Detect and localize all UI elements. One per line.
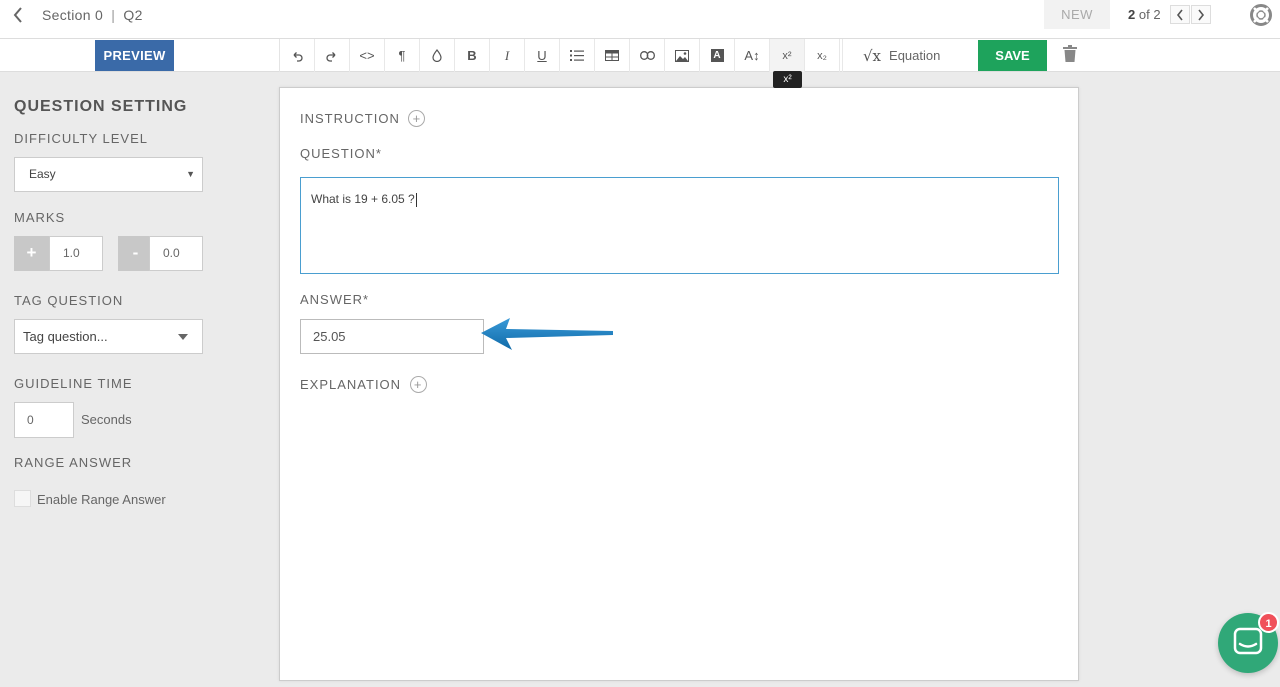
tag-question-label: TAG QUESTION — [14, 293, 124, 308]
paragraph-icon[interactable]: ¶ — [385, 39, 420, 72]
positive-marks-input[interactable]: 1.0 — [49, 236, 103, 271]
explanation-label: EXPLANATION + — [300, 376, 427, 394]
trash-icon[interactable] — [1063, 45, 1083, 65]
image-icon[interactable] — [665, 39, 700, 72]
instruction-label: INSTRUCTION + — [300, 110, 426, 128]
next-question-button[interactable] — [1191, 5, 1211, 24]
add-explanation-icon[interactable]: + — [409, 376, 427, 394]
section-name: Section 0 — [42, 7, 104, 23]
question-settings-sidebar: QUESTION SETTING DIFFICULTY LEVEL Easy ▼… — [14, 98, 214, 507]
difficulty-select[interactable]: Easy ▼ — [14, 157, 203, 192]
dropdown-triangle-icon — [178, 334, 188, 340]
enable-range-checkbox[interactable] — [14, 490, 31, 507]
code-view-icon[interactable]: <> — [350, 39, 385, 72]
tag-question-select[interactable]: Tag question... — [14, 319, 203, 354]
bold-icon[interactable]: B — [455, 39, 490, 72]
prev-question-button[interactable] — [1170, 5, 1190, 24]
back-arrow-icon[interactable] — [12, 5, 32, 25]
pager-total: of 2 — [1138, 7, 1161, 22]
preview-button[interactable]: PREVIEW — [95, 40, 174, 71]
enable-range-label: Enable Range Answer — [37, 492, 166, 507]
superscript-icon[interactable]: x² — [770, 39, 805, 72]
pager-current: 2 — [1128, 7, 1136, 22]
square-root-icon: √x — [863, 46, 882, 65]
list-icon[interactable] — [560, 39, 595, 72]
answer-input[interactable]: 25.05 — [300, 319, 484, 354]
explanation-text: EXPLANATION — [300, 377, 402, 392]
redo-icon[interactable] — [315, 39, 350, 72]
question-label: QUESTION* — [300, 146, 382, 161]
guideline-time-label: GUIDELINE TIME — [14, 376, 133, 391]
breadcrumb: Section 0 | Q2 — [42, 7, 143, 23]
save-button[interactable]: SAVE — [978, 40, 1047, 71]
instruction-text: INSTRUCTION — [300, 111, 400, 126]
question-id: Q2 — [123, 7, 143, 23]
guideline-time-unit: Seconds — [81, 412, 132, 427]
answer-label: ANSWER* — [300, 292, 370, 307]
chat-unread-badge: 1 — [1258, 612, 1279, 633]
positive-marks-button[interactable]: + — [14, 236, 49, 271]
question-editor-panel: INSTRUCTION + QUESTION* What is 19 + 6.0… — [279, 87, 1079, 681]
table-icon[interactable] — [595, 39, 630, 72]
text-color-glyph: A — [710, 49, 724, 62]
undo-icon[interactable] — [280, 39, 315, 72]
text-color-icon[interactable]: A — [700, 39, 735, 72]
editor-toolbar: PREVIEW <> ¶ B I U A A↕ x² x₂ √x Equatio… — [0, 39, 1280, 72]
italic-icon[interactable]: I — [490, 39, 525, 72]
dropdown-caret-icon: ▼ — [186, 169, 195, 179]
guideline-time-input[interactable]: 0 — [14, 402, 74, 438]
range-answer-label: RANGE ANSWER — [14, 455, 133, 470]
font-size-icon[interactable]: A↕ — [735, 39, 770, 72]
equation-button[interactable]: √x Equation — [842, 39, 978, 72]
question-text: What is 19 + 6.05 ? — [311, 192, 415, 206]
difficulty-label: DIFFICULTY LEVEL — [14, 131, 148, 146]
question-pager: 2 of 2 — [1128, 7, 1161, 22]
color-drop-icon[interactable] — [420, 39, 455, 72]
new-question-button[interactable]: NEW — [1044, 0, 1110, 29]
lifebuoy-help-icon[interactable] — [1250, 4, 1272, 26]
tag-placeholder: Tag question... — [23, 329, 108, 344]
text-cursor — [415, 192, 417, 207]
breadcrumb-separator: | — [111, 7, 116, 23]
superscript-tooltip: x² — [773, 71, 802, 88]
link-icon[interactable] — [630, 39, 665, 72]
format-tools: <> ¶ B I U A A↕ x² x₂ — [279, 39, 840, 72]
settings-title: QUESTION SETTING — [14, 98, 188, 115]
equation-label: Equation — [889, 48, 941, 63]
difficulty-value: Easy — [29, 167, 56, 181]
add-instruction-icon[interactable]: + — [408, 110, 426, 128]
negative-marks-input[interactable]: 0.0 — [149, 236, 203, 271]
top-bar: Section 0 | Q2 NEW 2 of 2 — [0, 0, 1280, 39]
negative-marks-button[interactable]: - — [118, 236, 153, 271]
marks-label: MARKS — [14, 210, 66, 225]
underline-icon[interactable]: U — [525, 39, 560, 72]
question-editor[interactable]: What is 19 + 6.05 ? — [300, 177, 1059, 274]
subscript-icon[interactable]: x₂ — [805, 39, 840, 72]
